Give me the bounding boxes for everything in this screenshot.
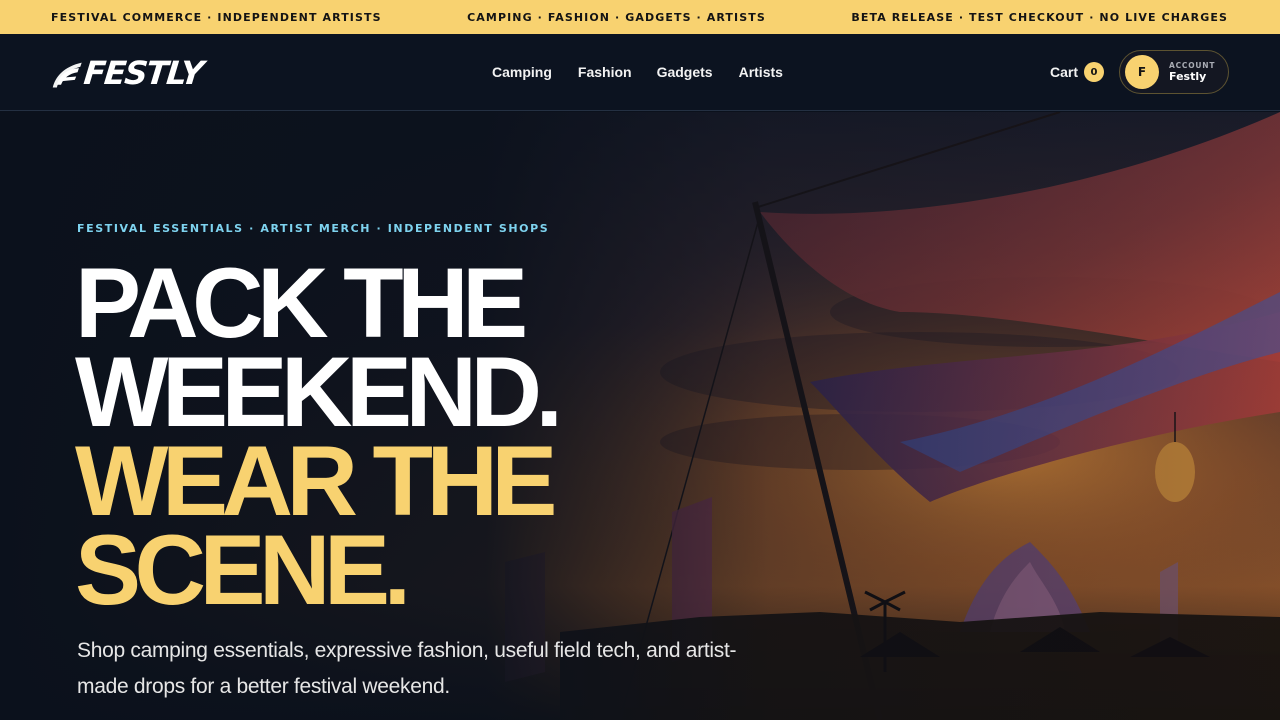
festly-logo-mark-icon — [52, 62, 82, 88]
ticker-right-text: BETA RELEASE · TEST CHECKOUT · NO LIVE C… — [851, 10, 1228, 24]
account-name: Festly — [1169, 70, 1207, 84]
announcement-bar: FESTIVAL COMMERCE · INDEPENDENT ARTISTS … — [0, 0, 1280, 34]
headline-line-3: WEAR THE — [75, 425, 557, 536]
ticker-center-text: CAMPING · FASHION · GADGETS · ARTISTS — [467, 10, 766, 24]
hero-description: Shop camping essentials, expressive fash… — [77, 639, 737, 698]
nav-link-artists[interactable]: Artists — [739, 64, 783, 80]
headline-line-4: SCENE. — [75, 514, 411, 625]
account-caption: ACCOUNT — [1169, 60, 1216, 70]
hero-headline: PACK THE WEEKEND. WEAR THE SCENE. — [75, 247, 563, 625]
account-text: ACCOUNT Festly — [1169, 62, 1215, 83]
cart-button[interactable]: Cart 0 — [1050, 62, 1105, 82]
headline-line-2: WEEKEND. — [75, 336, 563, 447]
account-button[interactable]: F ACCOUNT Festly — [1119, 50, 1229, 94]
festly-logo[interactable]: FESTLY — [50, 50, 204, 96]
nav-link-fashion[interactable]: Fashion — [578, 64, 632, 80]
cart-count-badge: 0 — [1084, 62, 1105, 82]
headline-line-1: PACK THE — [75, 247, 528, 358]
cart-label: Cart — [1050, 64, 1079, 80]
hero-eyebrow: FESTIVAL ESSENTIALS · ARTIST MERCH · IND… — [77, 222, 550, 235]
main-navigation: FESTLY Camping Fashion Gadgets Artists C… — [0, 34, 1280, 111]
primary-nav-links: Camping Fashion Gadgets Artists — [492, 64, 783, 80]
nav-link-camping[interactable]: Camping — [492, 64, 552, 80]
hero-section: FESTIVAL ESSENTIALS · ARTIST MERCH · IND… — [0, 112, 1280, 720]
nav-link-gadgets[interactable]: Gadgets — [657, 64, 713, 80]
logo-wordmark: FESTLY — [81, 54, 204, 92]
avatar: F — [1125, 55, 1159, 89]
ticker-left-text: FESTIVAL COMMERCE · INDEPENDENT ARTISTS — [51, 10, 382, 24]
